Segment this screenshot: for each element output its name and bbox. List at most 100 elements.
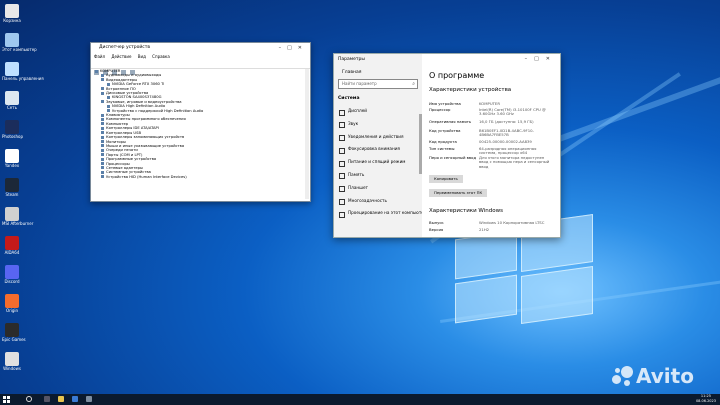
nav-item[interactable]: Фокусировка внимания bbox=[334, 143, 422, 156]
desktop-icon[interactable]: Windows bbox=[2, 352, 22, 371]
tree-node-label: KINGSTON SA400S37480G bbox=[112, 95, 162, 100]
tree-node-label: Компьютер bbox=[106, 121, 129, 126]
device-icon bbox=[101, 131, 104, 135]
menu-help[interactable]: Справка bbox=[152, 54, 170, 59]
window-titlebar[interactable]: Диспетчер устройств –□✕ bbox=[91, 43, 310, 53]
desktop-icon[interactable]: Yandex bbox=[2, 149, 22, 168]
desktop-icon-label: Yandex bbox=[4, 163, 20, 168]
search-placeholder: Найти параметр bbox=[342, 81, 377, 86]
rename-pc-button[interactable]: Переименовать этот ПК bbox=[429, 189, 488, 197]
nav-item[interactable]: Звук bbox=[334, 118, 422, 131]
start-button[interactable] bbox=[3, 396, 10, 403]
spec-key: Код устройства bbox=[429, 128, 461, 133]
tree-node-label: Контроллеры IDE ATA/ATAPI bbox=[106, 126, 159, 131]
desktop-icon[interactable]: Origin bbox=[2, 294, 22, 313]
app-icon bbox=[5, 62, 19, 76]
nav-item[interactable]: Планшет bbox=[334, 182, 422, 195]
desktop-icon[interactable]: Steam bbox=[2, 178, 22, 197]
desktop-icon-label: MSI Afterburner bbox=[2, 221, 34, 226]
section-title: Система bbox=[338, 96, 360, 101]
spec-key: Код продукта bbox=[429, 139, 457, 144]
tree-node-label: Системные устройства bbox=[106, 170, 151, 175]
app-icon bbox=[5, 149, 19, 163]
spec-key: Имя устройства bbox=[429, 101, 461, 106]
desktop-icon-label: Steam bbox=[5, 192, 19, 197]
clock[interactable]: 11:25 08.06.2023 bbox=[696, 394, 716, 404]
app-icon bbox=[5, 323, 19, 337]
copy-button[interactable]: Копировать bbox=[429, 175, 463, 183]
device-icon bbox=[101, 166, 104, 170]
app-icon bbox=[5, 294, 19, 308]
nav-item[interactable]: Уведомления и действия bbox=[334, 131, 422, 144]
nav-label: Память bbox=[348, 171, 365, 177]
device-icon bbox=[101, 157, 104, 161]
nav-home[interactable]: Главная bbox=[334, 67, 422, 78]
device-icon bbox=[101, 135, 104, 139]
desktop-icon-label: Windows bbox=[3, 366, 21, 371]
app-icon bbox=[5, 352, 19, 366]
spec-key: Тип системы bbox=[429, 146, 455, 151]
nav-icon bbox=[339, 173, 345, 180]
nav-item[interactable]: Многозадачность bbox=[334, 195, 422, 208]
tree-node-label: Встроенное ПО bbox=[106, 86, 136, 91]
desktop-icon[interactable]: Discord bbox=[2, 265, 22, 284]
nav-item[interactable]: Дисплей bbox=[334, 105, 422, 118]
desktop-icon[interactable]: Epic Games bbox=[2, 323, 26, 342]
avito-wordmark: Avito bbox=[636, 364, 694, 388]
tree-node-label: Звуковые, игровые и видеоустройства bbox=[106, 99, 182, 104]
device-manager-window[interactable]: Диспетчер устройств –□✕ Файл Действие Ви… bbox=[90, 42, 311, 202]
windows-specs-title: Характеристики Windows bbox=[429, 208, 503, 214]
menu-action[interactable]: Действие bbox=[111, 54, 131, 59]
device-icon bbox=[107, 109, 110, 113]
spec-key: Версия bbox=[429, 227, 444, 232]
device-icon bbox=[101, 140, 104, 143]
desktop-icon[interactable]: Сеть bbox=[2, 91, 22, 110]
desktop-icon[interactable]: Photoshop bbox=[2, 120, 23, 139]
desktop-icon[interactable]: Корзина bbox=[2, 4, 22, 23]
nav-item[interactable]: Питание и спящий режим bbox=[334, 156, 422, 169]
nav-icon bbox=[339, 199, 345, 206]
device-icon bbox=[101, 126, 104, 130]
settings-window[interactable]: Параметры Главная Найти параметр ⌕ Систе… bbox=[333, 53, 561, 238]
avito-logo-icon bbox=[612, 366, 634, 388]
menu-view[interactable]: Вид bbox=[138, 54, 146, 59]
settings-app-icon[interactable] bbox=[72, 396, 78, 402]
device-icon bbox=[101, 117, 104, 121]
desktop-icon-label: Панель управления bbox=[2, 76, 44, 81]
device-manager-app-icon[interactable] bbox=[86, 396, 92, 402]
window-title: Диспетчер устройств bbox=[99, 45, 151, 50]
desktop-icon[interactable]: AIDA64 bbox=[2, 236, 22, 255]
window-controls[interactable]: –□✕ bbox=[279, 43, 308, 53]
tree-node-label: Аудиовходы и аудиовыходы bbox=[106, 73, 162, 78]
spec-key: Выпуск bbox=[429, 220, 444, 225]
nav-label: Звук bbox=[348, 120, 359, 126]
tree-node-label: Контроллеры USB bbox=[106, 130, 142, 135]
window-controls[interactable]: –□✕ bbox=[525, 56, 557, 62]
nav-label: Фокусировка внимания bbox=[348, 146, 400, 152]
file-explorer-icon[interactable] bbox=[58, 396, 64, 402]
device-icon bbox=[101, 73, 104, 77]
tree-node-label: Дисковые устройства bbox=[106, 91, 149, 96]
task-view-icon[interactable] bbox=[44, 396, 50, 402]
menu-file[interactable]: Файл bbox=[94, 54, 105, 59]
sidebar-scrollbar[interactable] bbox=[419, 114, 422, 174]
scrollbar[interactable] bbox=[305, 69, 309, 199]
desktop-icon-label: Origin bbox=[5, 308, 19, 313]
nav-icon bbox=[339, 186, 345, 193]
tree-node[interactable]: Устройства HID (Human Interface Devices) bbox=[93, 175, 304, 179]
nav-item[interactable]: Память bbox=[334, 169, 422, 182]
nav-label: Питание и спящий режим bbox=[348, 159, 406, 165]
tree-node-label: Видеоадаптеры bbox=[106, 77, 138, 82]
desktop-icon[interactable]: MSI Afterburner bbox=[2, 207, 34, 226]
tree-node-label: Клавиатуры bbox=[106, 113, 130, 118]
search-icon[interactable] bbox=[26, 396, 32, 402]
device-icon bbox=[101, 175, 104, 179]
device-icon bbox=[107, 95, 110, 99]
nav-item[interactable]: Проецирование на этот компьютер bbox=[334, 207, 422, 220]
tree-node-label: Очереди печати bbox=[106, 148, 138, 153]
spec-value: B61B0EF1-0D1B-4ABC-9F10-4B6BA7FBE57B bbox=[479, 128, 534, 138]
search-input[interactable]: Найти параметр ⌕ bbox=[338, 79, 418, 89]
device-icon bbox=[101, 153, 104, 157]
desktop-icon[interactable]: Этот компьютер bbox=[2, 33, 37, 52]
desktop-icon[interactable]: Панель управления bbox=[2, 62, 44, 81]
